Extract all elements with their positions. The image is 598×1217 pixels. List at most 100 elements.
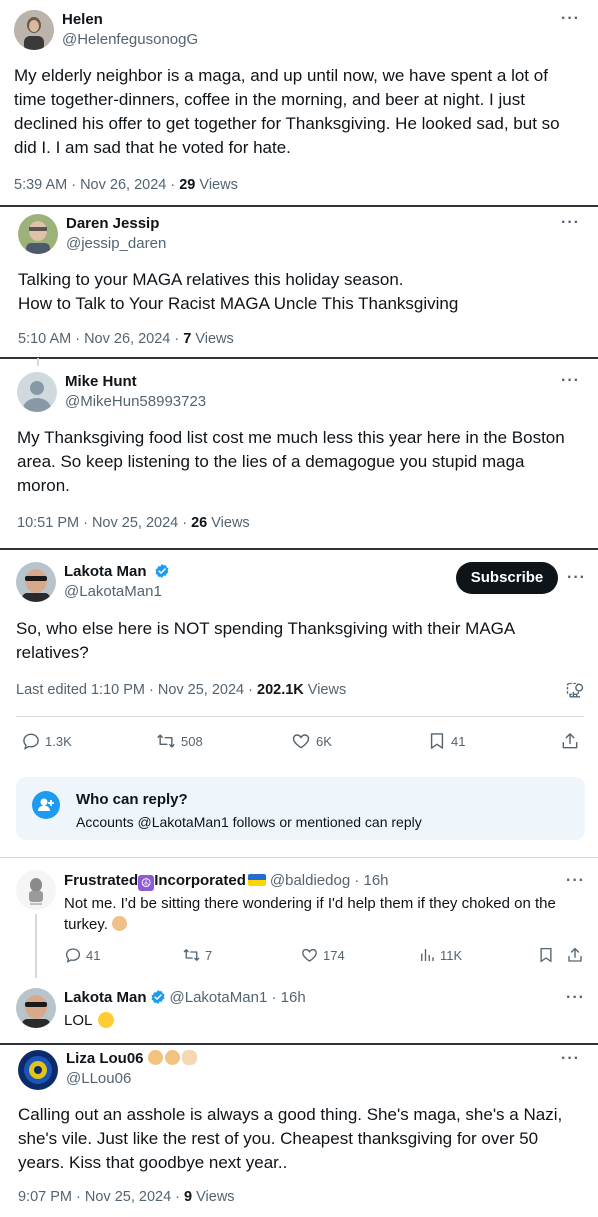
author-name[interactable]: Lakota Man — [64, 989, 147, 1006]
tweet-meta: Last edited 1:10 PM · Nov 25, 2024 · 202… — [16, 682, 347, 698]
user-photo-icon — [16, 988, 56, 1028]
default-avatar-icon — [17, 372, 57, 412]
more-options-icon[interactable]: ··· — [561, 214, 580, 232]
analytics-icon[interactable] — [565, 681, 585, 701]
more-options-icon[interactable]: ··· — [566, 989, 585, 1007]
tweet-meta: 10:51 PM · Nov 25, 2024 · 26 Views — [17, 515, 250, 531]
author-handle[interactable]: @MikeHun58993723 — [65, 393, 206, 410]
share-icon[interactable] — [566, 946, 584, 964]
reply-text: LOL — [64, 1011, 114, 1031]
heart-icon — [292, 734, 310, 749]
more-options-icon[interactable]: ··· — [567, 569, 586, 587]
like-count: 6K — [316, 733, 332, 749]
reply-count: 1.3K — [45, 733, 72, 749]
author-name[interactable]: Mike Hunt — [65, 373, 137, 390]
repost-icon — [183, 949, 200, 961]
timestamp[interactable]: 5:39 AM · Nov 26, 2024 · — [14, 177, 179, 193]
views-chart-icon — [421, 949, 434, 961]
user-photo-icon — [14, 10, 54, 50]
like-count: 174 — [323, 947, 345, 963]
repost-count: 508 — [181, 733, 203, 749]
user-photo-icon — [16, 870, 56, 910]
author-name[interactable]: Helen — [62, 11, 103, 28]
view-count: 9 — [184, 1189, 193, 1205]
more-options-icon[interactable]: ··· — [561, 1050, 580, 1068]
divider — [0, 857, 598, 858]
timestamp[interactable]: 9:07 PM · Nov 25, 2024 · — [18, 1189, 184, 1205]
divider — [0, 205, 598, 207]
divider — [0, 1043, 598, 1045]
avatar[interactable] — [18, 214, 58, 254]
reply-button[interactable]: 41 — [64, 946, 100, 964]
peace-emoji-icon: ☮ — [138, 875, 155, 891]
like-button[interactable]: 6K — [290, 731, 332, 751]
avatar[interactable] — [18, 1050, 58, 1090]
woman-facepalming-emoji-icon — [112, 916, 128, 931]
author-handle[interactable]: @HelenfegusonogG — [62, 31, 198, 48]
view-count: 11K — [440, 947, 463, 963]
avatar[interactable] — [17, 372, 57, 412]
ukraine-flag-icon — [247, 874, 266, 886]
user-photo-icon — [18, 214, 58, 254]
author-name[interactable]: Liza Lou06 — [66, 1050, 197, 1068]
author-handle-time[interactable]: @LakotaMan1 · 16h — [170, 989, 306, 1006]
view-count: 26 — [191, 515, 208, 531]
woman-shrugging-emoji-icon — [164, 1050, 180, 1065]
bookmark-button[interactable]: 41 — [427, 731, 465, 751]
more-options-icon[interactable]: ··· — [561, 10, 580, 28]
timestamp[interactable]: 10:51 PM · Nov 25, 2024 · — [17, 515, 191, 531]
avatar[interactable] — [16, 562, 56, 602]
user-photo-icon — [18, 1050, 58, 1090]
verified-badge-icon[interactable] — [154, 563, 170, 579]
divider — [0, 548, 598, 550]
timestamp[interactable]: 5:10 AM · Nov 26, 2024 · — [18, 331, 183, 347]
subscribe-button[interactable]: Subscribe — [456, 562, 558, 594]
bookmark-icon[interactable] — [537, 946, 555, 964]
author-name[interactable]: Daren Jessip — [66, 215, 159, 232]
reply-count: 41 — [86, 947, 101, 963]
clapping-hands-emoji-icon — [181, 1050, 197, 1065]
bookmark-icon — [430, 733, 444, 749]
thread-connector — [35, 914, 37, 978]
notice-text: Accounts @LakotaMan1 follows or mentione… — [76, 814, 422, 830]
repost-button[interactable]: 508 — [155, 731, 203, 751]
author-handle[interactable]: @LLou06 — [66, 1070, 131, 1087]
laughing-emoji-icon — [97, 1012, 114, 1028]
reply-header: Lakota Man @LakotaMan1 · 16h — [64, 989, 306, 1007]
share-button[interactable] — [560, 731, 580, 751]
author-name[interactable]: Frustrated — [64, 872, 138, 889]
author-name[interactable]: Lakota Man — [64, 563, 170, 580]
avatar[interactable] — [14, 10, 54, 50]
avatar[interactable] — [16, 988, 56, 1028]
thread-connector — [37, 358, 39, 366]
author-handle-time[interactable]: @baldiedog · 16h — [270, 872, 389, 889]
who-can-reply-notice: Who can reply? Accounts @LakotaMan1 foll… — [16, 777, 585, 840]
reply-text: Not me. I'd be sitting there wondering i… — [64, 895, 556, 933]
tweet-meta: 5:10 AM · Nov 26, 2024 · 7 Views — [18, 331, 234, 347]
tweet-text: Calling out an asshole is always a good … — [18, 1105, 563, 1172]
tweet-text: My Thanksgiving food list cost me much l… — [17, 428, 565, 495]
verified-badge-icon[interactable] — [150, 989, 166, 1005]
like-button[interactable]: 174 — [300, 946, 345, 964]
woman-shrugging-emoji-icon — [147, 1050, 163, 1065]
person-icon — [38, 798, 54, 811]
heart-icon — [302, 948, 317, 962]
more-options-icon[interactable]: ··· — [561, 372, 580, 390]
tweet-text: My elderly neighbor is a maga, and up un… — [14, 66, 560, 157]
tweet-text: Talking to your MAGA relatives this holi… — [18, 270, 459, 313]
author-handle[interactable]: @jessip_daren — [66, 235, 166, 252]
author-handle[interactable]: @LakotaMan1 — [64, 583, 162, 600]
user-photo-icon — [16, 562, 56, 602]
repost-button[interactable]: 7 — [182, 946, 212, 964]
tweet-text: So, who else here is NOT spending Thanks… — [16, 619, 516, 662]
reply-icon — [23, 733, 39, 750]
timestamp[interactable]: Last edited 1:10 PM · Nov 25, 2024 · — [16, 682, 257, 698]
divider — [16, 716, 584, 717]
tweet-meta: 9:07 PM · Nov 25, 2024 · 9 Views — [18, 1189, 235, 1205]
views-button[interactable]: 11K — [418, 946, 462, 964]
repost-count: 7 — [205, 947, 213, 963]
more-options-icon[interactable]: ··· — [566, 872, 585, 890]
tweet-meta: 5:39 AM · Nov 26, 2024 · 29 Views — [14, 177, 238, 193]
avatar[interactable] — [16, 870, 56, 910]
reply-button[interactable]: 1.3K — [21, 731, 72, 751]
